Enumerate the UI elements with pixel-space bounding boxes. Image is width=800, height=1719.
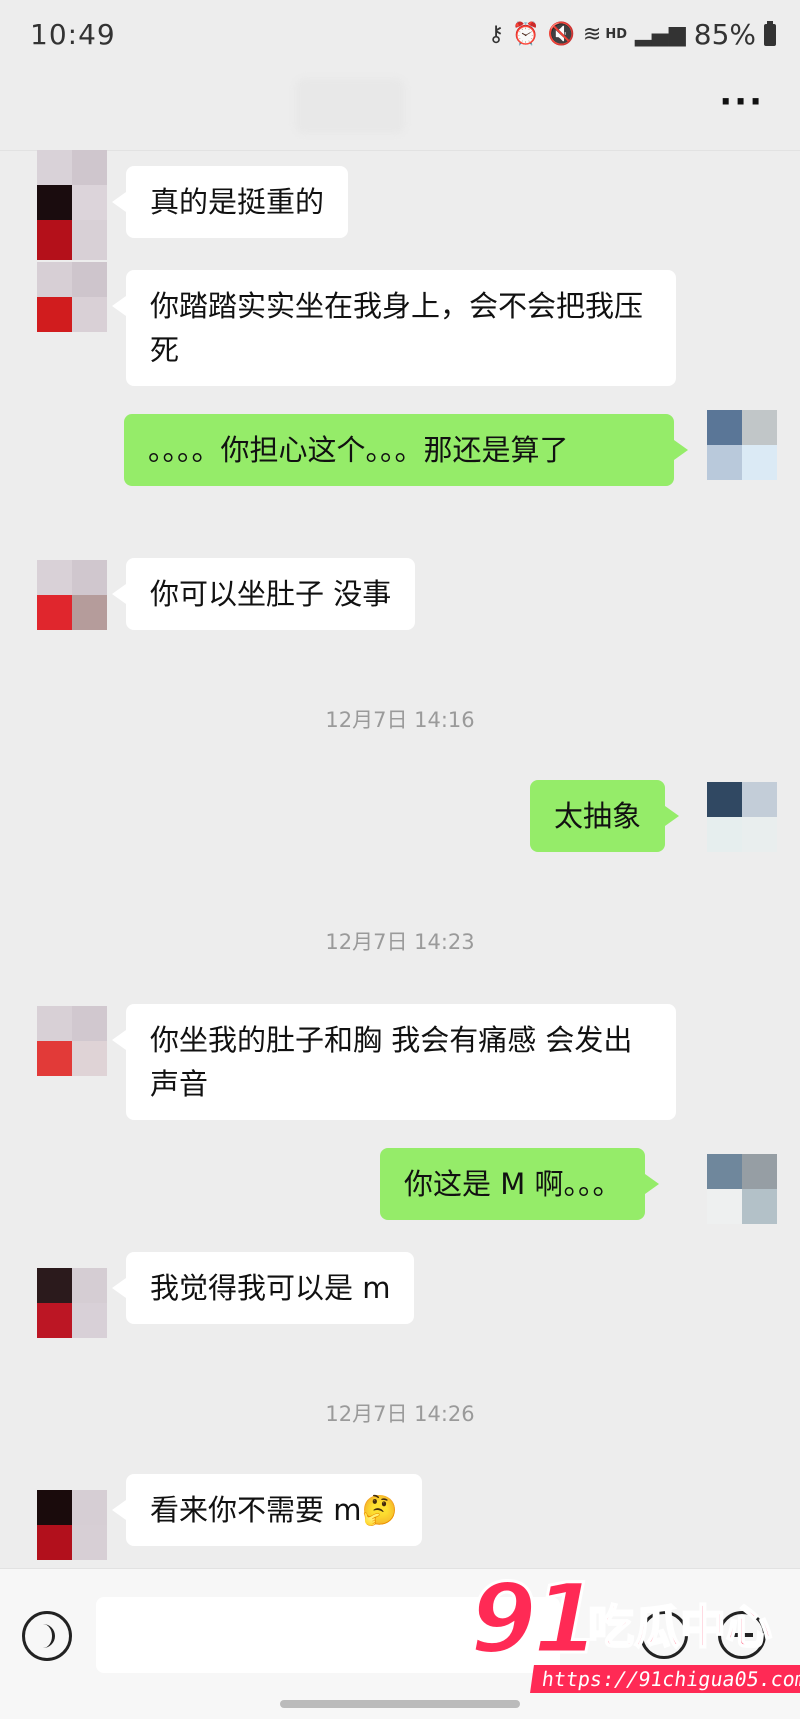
message-bubble-in[interactable]: 看来你不需要 m🤔: [112, 1474, 422, 1546]
status-time: 10:49: [30, 18, 116, 51]
contact-avatar[interactable]: [37, 1006, 107, 1076]
contact-avatar[interactable]: [37, 560, 107, 630]
key-icon: ⚷: [487, 22, 505, 47]
status-icons: ⚷ ⏰ 🔇 ≋ HD ▂▄▆ 85%: [488, 18, 776, 51]
message-bubble-out[interactable]: 。。。。你担心这个。。。那还是算了: [124, 414, 688, 486]
watermark-url: https://91chigua05.com: [530, 1665, 800, 1693]
chat-title-blurred: [295, 78, 405, 134]
message-bubble-in[interactable]: 我觉得我可以是 m: [111, 1252, 415, 1324]
watermark-logo: 91 吃瓜中心 https://91chigua05.com: [469, 1562, 800, 1705]
message-text: 我觉得我可以是 m: [150, 1271, 391, 1305]
message-text: 看来你不需要 m🤔: [150, 1493, 398, 1527]
wifi-icon: ≋: [582, 22, 602, 47]
watermark-text: 吃瓜中心: [587, 1599, 773, 1655]
timestamp: 12月7日 14:26: [325, 1402, 475, 1426]
status-bar: 10:49 ⚷ ⏰ 🔇 ≋ HD ▂▄▆ 85%: [0, 0, 800, 70]
chat-header: ···: [0, 70, 800, 151]
message-bubble-in[interactable]: 你坐我的肚子和胸 我会有痛感 会发出声音: [112, 1004, 676, 1120]
signal-icon: ▂▄▆: [635, 22, 686, 47]
timestamp: 12月7日 14:16: [325, 708, 475, 732]
my-avatar[interactable]: [707, 782, 777, 852]
message-text: 你踏踏实实坐在我身上，会不会把我压死: [150, 289, 644, 367]
contact-avatar[interactable]: [37, 1268, 107, 1338]
more-options-icon[interactable]: ···: [719, 82, 764, 122]
message-text: 真的是挺重的: [150, 185, 325, 219]
message-bubble-out[interactable]: 你这是 M 啊。。。: [380, 1148, 660, 1220]
my-avatar[interactable]: [707, 410, 777, 480]
message-text: 你这是 M 啊。。。: [404, 1167, 622, 1201]
battery-icon: [764, 20, 776, 46]
contact-avatar[interactable]: [37, 150, 107, 220]
message-text: 你可以坐肚子 没事: [150, 577, 392, 611]
timestamp: 12月7日 14:23: [325, 930, 475, 954]
mute-icon: 🔇: [547, 22, 575, 47]
message-text: 。。。。你担心这个。。。那还是算了: [148, 433, 569, 467]
battery-percent: 85%: [693, 18, 756, 51]
message-text: 太抽象: [554, 799, 642, 833]
message-text: 你坐我的肚子和胸 我会有痛感 会发出声音: [150, 1023, 633, 1101]
message-bubble-in[interactable]: 你踏踏实实坐在我身上，会不会把我压死: [112, 270, 676, 386]
hd-icon: HD: [605, 27, 627, 42]
alarm-icon: ⏰: [512, 22, 540, 47]
contact-avatar[interactable]: [37, 262, 107, 332]
watermark-number: 91: [469, 1562, 602, 1677]
contact-avatar[interactable]: [37, 1490, 107, 1560]
message-bubble-out[interactable]: 太抽象: [530, 780, 680, 852]
contact-avatar-partial: [37, 220, 107, 260]
message-bubble-in[interactable]: 真的是挺重的: [111, 166, 349, 238]
message-bubble-in[interactable]: 你可以坐肚子 没事: [111, 558, 416, 630]
voice-input-icon[interactable]: [22, 1611, 72, 1661]
my-avatar[interactable]: [707, 1154, 777, 1224]
